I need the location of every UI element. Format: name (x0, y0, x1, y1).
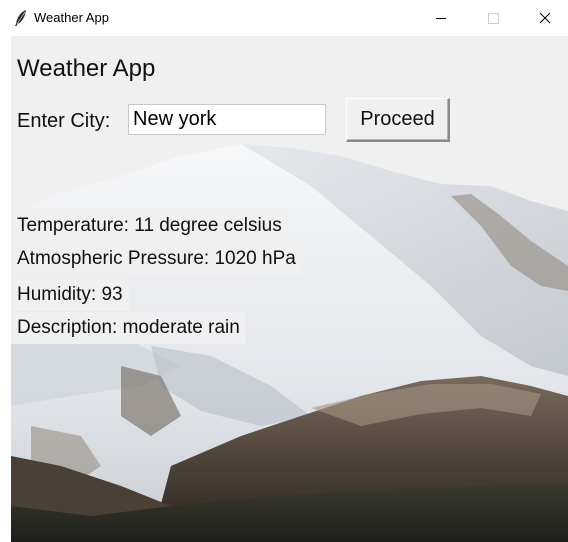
minimize-icon (436, 18, 446, 19)
app-window: Weather App Weather App Enter City: New … (0, 0, 568, 542)
close-icon (539, 12, 551, 24)
window-title: Weather App (34, 10, 109, 25)
maximize-icon (488, 13, 499, 24)
proceed-button[interactable]: Proceed (346, 98, 450, 142)
temperature-label: Temperature: 11 degree celsius (11, 210, 288, 242)
feather-icon (13, 9, 29, 27)
title-bar[interactable]: Weather App (0, 0, 568, 36)
description-label: Description: moderate rain (11, 312, 246, 344)
city-input[interactable] (128, 104, 326, 135)
maximize-button[interactable] (470, 0, 516, 36)
app-heading: Weather App (17, 55, 156, 82)
app-content: Weather App Enter City: Proceed Temperat… (11, 36, 568, 542)
humidity-label: Humidity: 93 (11, 279, 129, 311)
minimize-button[interactable] (418, 0, 464, 36)
pressure-label: Atmospheric Pressure: 1020 hPa (11, 243, 302, 275)
close-button[interactable] (522, 0, 568, 36)
city-label: Enter City: (17, 110, 111, 132)
